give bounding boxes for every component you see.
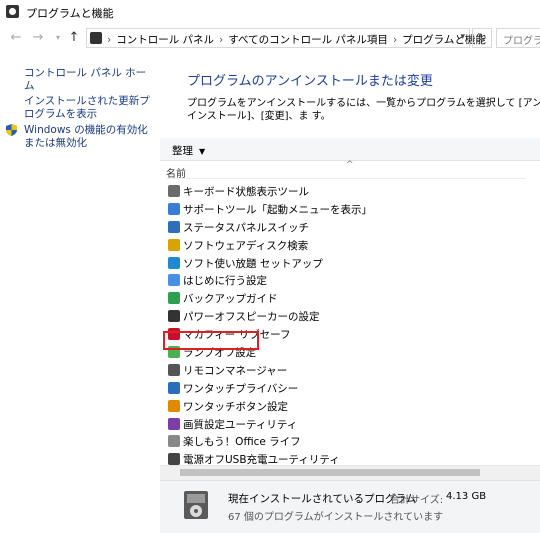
window-title: プログラムと機能 (26, 7, 114, 20)
program-name: 画質設定ユーティリティ (183, 418, 298, 431)
installed-programs-label: 現在インストールされているプログラム (228, 493, 417, 505)
program-row[interactable]: ソフトウェアディスク検索 (166, 236, 538, 254)
page-title: プログラムのアンインストールまたは変更 (187, 74, 433, 89)
address-bar[interactable]: › コントロール パネル › すべてのコントロール パネル項目 › プログラムと機能 ▾ (86, 28, 486, 48)
command-bar: 整理 ▼ (160, 138, 540, 161)
program-name: ソフト使い放題 セットアップ (183, 257, 323, 270)
control-panel-home-link[interactable]: コントロール パネル ホーム (24, 67, 156, 93)
status-panel-icon (168, 220, 180, 233)
search-input[interactable]: プログラム (496, 28, 540, 48)
control-panel-icon (90, 32, 102, 44)
privacy-icon (168, 381, 180, 394)
program-row[interactable]: ワンタッチボタン設定 (166, 397, 538, 415)
back-arrow-icon[interactable]: ← (8, 30, 24, 46)
program-row[interactable]: リモコンマネージャー (166, 361, 538, 379)
program-name: バックアップガイド (183, 293, 278, 306)
program-name: ワンタッチプライバシー (183, 382, 299, 395)
program-row[interactable]: キーボード状態表示ツール (166, 182, 538, 200)
program-row[interactable]: ソフト使い放題 セットアップ (166, 254, 538, 272)
program-row[interactable]: ワンタッチプライバシー (166, 379, 538, 397)
total-size-label: 合計サイズ: (390, 495, 444, 506)
soft-setup-icon (168, 256, 180, 269)
address-dropdown-icon[interactable]: ▾ (460, 32, 465, 42)
up-arrow-icon[interactable]: ↑ (66, 30, 82, 46)
refresh-button[interactable]: ↻ (472, 28, 492, 48)
program-name: ソフトウェアディスク検索 (183, 239, 309, 252)
program-name: パワーオフスピーカーの設定 (183, 311, 320, 324)
program-row[interactable]: 楽しもう！Office ライフ (166, 432, 538, 450)
remote-manager-icon (168, 363, 180, 376)
chevron-down-icon: ▼ (199, 147, 206, 156)
program-name: ステータスパネルスイッチ (183, 221, 309, 234)
address-row: ← → ▾ ↑ › コントロール パネル › すべてのコントロール パネル項目 › プログ… (0, 26, 540, 52)
program-row[interactable]: サポートツール「起動メニューを表示」 (166, 200, 538, 218)
breadcrumb-control-panel[interactable]: コントロール パネル (116, 34, 214, 46)
breadcrumb-all-items[interactable]: すべてのコントロール パネル項目 (228, 34, 388, 46)
program-count-text: 67 個のプログラムがインストールされています (228, 512, 444, 523)
button-setting-icon (168, 399, 180, 412)
sort-ascending-icon: ^ (346, 160, 354, 170)
column-header: 名前 ^ (166, 160, 538, 180)
program-name: 楽しもう！Office ライフ (183, 436, 301, 449)
disc-search-icon (168, 238, 180, 251)
support-tool-icon (168, 202, 180, 215)
installed-updates-link[interactable]: インストールされた更新プログラムを表示 (24, 95, 156, 121)
speaker-icon (168, 310, 180, 323)
keyboard-icon (168, 185, 180, 197)
scrollbar-thumb[interactable] (180, 469, 480, 476)
organize-button[interactable]: 整理 ▼ (172, 143, 205, 158)
program-name: はじめに行う設定 (183, 275, 267, 288)
backup-guide-icon (168, 292, 180, 305)
programs-features-icon (6, 5, 19, 18)
program-name: ワンタッチボタン設定 (183, 400, 288, 413)
header-divider (166, 178, 526, 179)
program-row[interactable]: 画質設定ユーティリティ (166, 415, 538, 433)
program-row[interactable]: バックアップガイド (166, 289, 538, 307)
page-description: プログラムをアンインストールするには、一覧からプログラムを選択して [アンインス… (187, 98, 540, 122)
selection-highlight (163, 331, 259, 350)
initial-setup-icon (168, 274, 180, 287)
horizontal-scrollbar[interactable] (160, 465, 540, 480)
office-life-icon (168, 435, 180, 448)
main-content: プログラムのアンインストールまたは変更 プログラムをアンインストールするには、一… (160, 52, 540, 533)
recent-locations-chevron-icon[interactable]: ▾ (50, 30, 66, 46)
organize-label: 整理 (172, 145, 193, 157)
image-quality-icon (168, 417, 180, 430)
title-bar: プログラムと機能 (0, 0, 540, 24)
shield-icon (6, 124, 17, 136)
task-pane: コントロール パネル ホーム インストールされた更新プログラムを表示 Windo… (0, 52, 160, 532)
total-size-value: 4.13 GB (446, 491, 487, 502)
details-pane: 現在インストールされているプログラム 合計サイズ: 4.13 GB 67 個のプ… (160, 480, 540, 533)
refresh-icon: ↻ (477, 31, 487, 44)
program-row[interactable]: パワーオフスピーカーの設定 (166, 307, 538, 325)
program-name: サポートツール「起動メニューを表示」 (183, 203, 372, 216)
program-row[interactable]: ステータスパネルスイッチ (166, 218, 538, 236)
program-name: リモコンマネージャー (183, 364, 288, 377)
usb-charge-icon (168, 453, 180, 466)
installer-package-icon (184, 491, 208, 519)
forward-arrow-icon[interactable]: → (30, 30, 46, 46)
program-name: キーボード状態表示ツール (183, 186, 309, 198)
windows-features-link[interactable]: Windows の機能の有効化または無効化 (24, 124, 156, 150)
program-row[interactable]: はじめに行う設定 (166, 271, 538, 289)
breadcrumb: › コントロール パネル › すべてのコントロール パネル項目 › プログラムと機能 (107, 34, 486, 46)
